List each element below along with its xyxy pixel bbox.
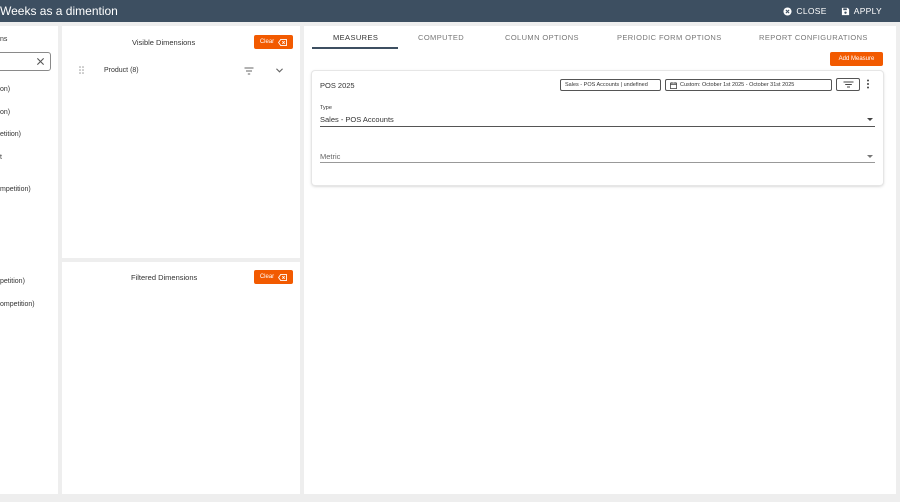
dimension-list-item[interactable]: on) — [0, 109, 10, 116]
measures-panel: MEASURES COMPUTED COLUMN OPTIONS PERIODI… — [304, 26, 896, 494]
dimension-search-input[interactable] — [0, 52, 51, 71]
type-label: Type — [320, 105, 332, 111]
filtered-dimensions-title: Filtered Dimensions — [131, 273, 198, 282]
dimension-list-item[interactable]: t — [0, 154, 2, 161]
measure-title: POS 2025 — [320, 81, 355, 90]
drag-handle-icon[interactable] — [79, 66, 85, 74]
clear-visible-button[interactable]: Clear — [254, 35, 293, 49]
dimension-list-panel: ns on) on) etition) t mpetition) petitio… — [0, 26, 58, 494]
tab-bar: MEASURES COMPUTED COLUMN OPTIONS PERIODI… — [304, 26, 896, 50]
type-value: Sales - POS Accounts — [320, 115, 394, 124]
add-measure-button[interactable]: Add Measure — [830, 52, 883, 66]
filter-icon[interactable] — [244, 67, 254, 75]
clear-filtered-button[interactable]: Clear — [254, 270, 293, 284]
chevron-down-icon[interactable] — [275, 67, 284, 74]
dimension-name: Product (8) — [104, 67, 139, 74]
dimension-list-item[interactable]: mpetition) — [0, 186, 31, 193]
close-button[interactable]: CLOSE — [783, 6, 826, 16]
more-vertical-icon[interactable] — [866, 79, 870, 89]
apply-label: APPLY — [853, 6, 882, 16]
tab-computed[interactable]: COMPUTED — [418, 33, 464, 42]
backspace-icon — [278, 38, 288, 46]
clear-label: Clear — [259, 274, 275, 280]
dimension-list-item[interactable]: petition) — [0, 278, 25, 285]
filtered-dimensions-panel: Filtered Dimensions Clear — [62, 262, 300, 494]
metric-select[interactable]: Metric — [320, 149, 875, 163]
date-range-chip[interactable]: Custom: October 1st 2025 - October 31st … — [665, 79, 832, 91]
close-icon[interactable] — [36, 57, 45, 66]
calendar-icon — [670, 81, 677, 89]
close-circle-icon — [783, 6, 792, 16]
clear-label: Clear — [259, 39, 275, 45]
tab-report-configurations[interactable]: REPORT CONFIGURATIONS — [759, 33, 868, 42]
metric-placeholder: Metric — [320, 152, 341, 161]
dimension-list-header: ns — [0, 36, 8, 43]
tab-measures[interactable]: MEASURES — [333, 33, 378, 42]
metric-underline — [320, 162, 875, 163]
dimension-list-item[interactable]: ompetition) — [0, 301, 35, 308]
accounts-chip-label: Sales - POS Accounts | undefined — [565, 82, 648, 88]
save-icon — [841, 7, 849, 15]
dimension-list-item[interactable]: etition) — [0, 131, 21, 138]
dimension-row-product[interactable]: Product (8) — [78, 64, 288, 78]
date-range-label: Custom: October 1st 2025 - October 31st … — [680, 82, 795, 88]
accounts-chip[interactable]: Sales - POS Accounts | undefined — [560, 79, 661, 91]
window-title: Weeks as a dimention — [0, 4, 118, 18]
tab-periodic-form-options[interactable]: PERIODIC FORM OPTIONS — [617, 33, 722, 42]
visible-dimensions-panel: Visible Dimensions Clear Product (8) — [62, 26, 300, 258]
visible-dimensions-title: Visible Dimensions — [132, 38, 196, 47]
title-bar: Weeks as a dimention CLOSE APPLY — [0, 0, 900, 22]
backspace-icon — [278, 273, 288, 281]
type-underline — [320, 126, 875, 127]
close-label: CLOSE — [796, 6, 827, 16]
measure-card: POS 2025 Sales - POS Accounts | undefine… — [312, 71, 883, 185]
active-tab-indicator — [312, 47, 398, 49]
title-actions: CLOSE APPLY — [783, 0, 882, 22]
dimension-list-item[interactable]: on) — [0, 86, 10, 93]
dropdown-arrow-icon — [867, 155, 873, 158]
measure-filter-button[interactable] — [836, 78, 860, 91]
apply-button[interactable]: APPLY — [841, 6, 882, 16]
filter-icon — [843, 81, 853, 88]
dropdown-arrow-icon — [867, 118, 873, 121]
tab-column-options[interactable]: COLUMN OPTIONS — [505, 33, 579, 42]
type-select[interactable]: Type Sales - POS Accounts — [320, 105, 875, 127]
